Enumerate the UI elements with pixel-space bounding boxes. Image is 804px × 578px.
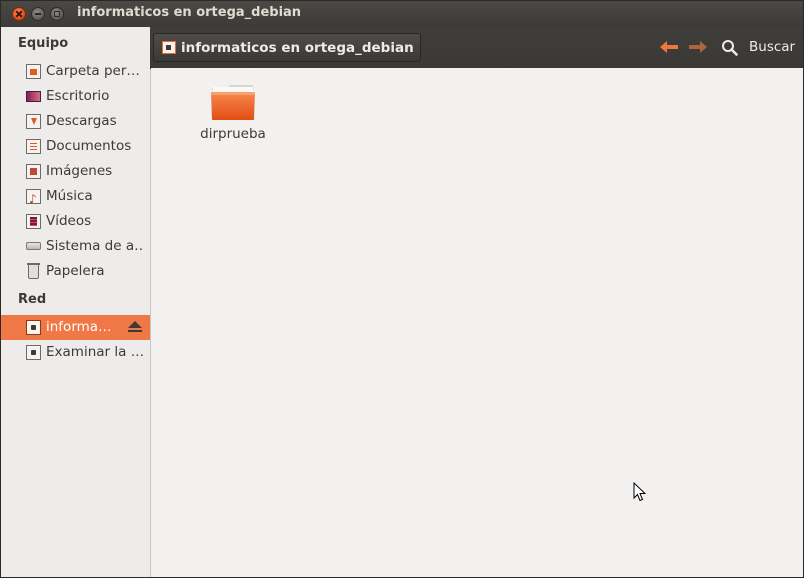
sidebar-item-desktop[interactable]: Escritorio [1, 84, 150, 109]
toolbar: informaticos en ortega_debian Buscar [150, 27, 803, 69]
desktop-icon [26, 91, 41, 102]
sidebar-item-label: Sistema de a… [46, 238, 144, 254]
maximize-window-button[interactable] [50, 7, 64, 21]
sidebar: Equipo Carpeta per… Escritorio Descargas… [1, 27, 151, 577]
file-manager-window: informaticos en ortega_debian Equipo Car… [0, 0, 804, 578]
sidebar-item-downloads[interactable]: Descargas [1, 109, 150, 134]
sidebar-item-label: Examinar la … [46, 344, 144, 360]
network-share-icon [26, 320, 41, 335]
documents-folder-icon [26, 139, 41, 154]
sidebar-item-label: Descargas [46, 113, 117, 129]
sidebar-item-network-share[interactable]: informa… [1, 315, 150, 340]
sidebar-item-label: Documentos [46, 138, 132, 154]
downloads-folder-icon [26, 114, 41, 129]
sidebar-item-label: Imágenes [46, 163, 113, 179]
window-title: informaticos en ortega_debian [77, 5, 302, 20]
sidebar-group-equipo: Equipo [18, 36, 69, 51]
sidebar-item-videos[interactable]: Vídeos [1, 209, 150, 234]
arrow-right-icon[interactable] [688, 40, 708, 54]
file-name: dirprueba [200, 126, 266, 142]
sidebar-item-label: Escritorio [46, 88, 110, 104]
search-button-label[interactable]: Buscar [749, 39, 795, 55]
mouse-cursor-icon [633, 482, 647, 502]
music-folder-icon [26, 187, 41, 209]
sidebar-item-documents[interactable]: Documentos [1, 134, 150, 159]
sidebar-item-music[interactable]: Música [1, 184, 150, 209]
sidebar-item-label: Música [46, 188, 93, 204]
pictures-folder-icon [26, 164, 41, 179]
sidebar-item-label: Carpeta per… [46, 63, 140, 79]
sidebar-item-personal-folder[interactable]: Carpeta per… [1, 59, 150, 84]
sidebar-item-pictures[interactable]: Imágenes [1, 159, 150, 184]
file-view[interactable]: dirprueba [151, 68, 803, 577]
videos-folder-icon [26, 214, 41, 229]
search-icon[interactable] [721, 39, 738, 56]
sidebar-item-label: Vídeos [46, 213, 92, 229]
minimize-window-button[interactable] [31, 7, 45, 21]
sidebar-group-red: Red [18, 292, 47, 307]
trash-icon [27, 263, 40, 279]
breadcrumb-label: informaticos en ortega_debian [181, 40, 414, 56]
location-breadcrumb-button[interactable]: informaticos en ortega_debian [153, 33, 421, 62]
sidebar-item-filesystem[interactable]: Sistema de a… [1, 234, 150, 259]
sidebar-item-label: informa… [46, 319, 112, 335]
sidebar-item-label: Papelera [46, 263, 105, 279]
home-folder-icon [26, 64, 41, 79]
sidebar-item-browse-network[interactable]: Examinar la … [1, 340, 150, 365]
filesystem-icon [26, 242, 41, 250]
file-item-folder[interactable]: dirprueba [197, 82, 269, 146]
sidebar-item-trash[interactable]: Papelera [1, 259, 150, 284]
network-browse-icon [26, 345, 41, 360]
network-share-icon [162, 41, 176, 54]
eject-icon[interactable] [127, 321, 143, 334]
close-window-button[interactable] [12, 7, 26, 21]
title-bar[interactable]: informaticos en ortega_debian [1, 1, 803, 28]
folder-icon [211, 85, 255, 120]
arrow-left-icon[interactable] [659, 40, 679, 54]
